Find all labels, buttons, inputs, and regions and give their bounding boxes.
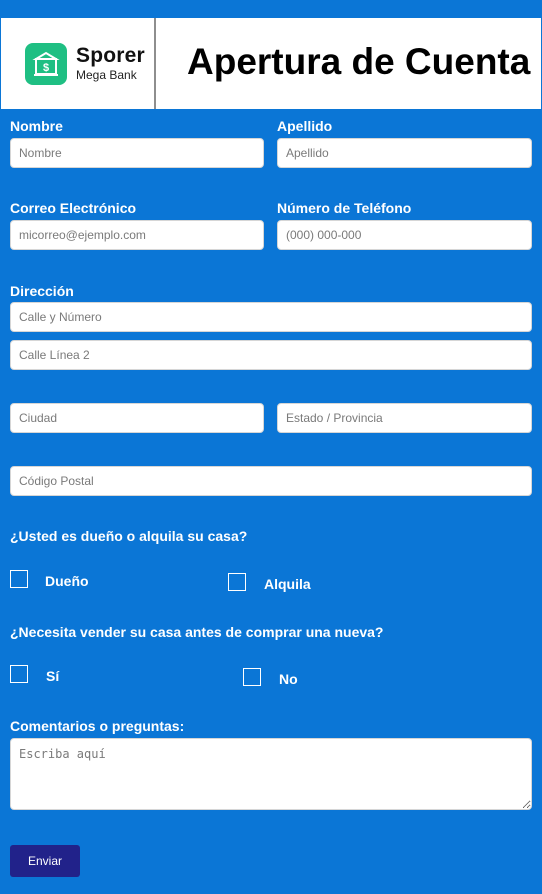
header: $ Sporer Mega Bank Apertura de Cuenta <box>1 18 541 109</box>
bank-icon: $ <box>25 43 67 85</box>
no-label: No <box>279 671 298 687</box>
no-checkbox[interactable] <box>243 668 261 686</box>
svg-text:$: $ <box>43 62 49 74</box>
phone-input[interactable] <box>277 220 532 250</box>
owner-checkbox[interactable] <box>10 570 28 588</box>
first-name-label: Nombre <box>10 118 63 134</box>
brand-name: Sporer <box>76 44 145 67</box>
owner-label: Dueño <box>45 573 89 589</box>
yes-checkbox[interactable] <box>10 665 28 683</box>
phone-label: Número de Teléfono <box>277 200 412 216</box>
comments-label: Comentarios o preguntas: <box>10 718 185 734</box>
first-name-input[interactable] <box>10 138 264 168</box>
logo: $ Sporer Mega Bank <box>1 18 156 109</box>
brand-subtitle: Mega Bank <box>76 68 137 82</box>
city-input[interactable] <box>10 403 264 433</box>
rent-checkbox[interactable] <box>228 573 246 591</box>
state-input[interactable] <box>277 403 532 433</box>
own-or-rent-question: ¿Usted es dueño o alquila su casa? <box>10 528 248 544</box>
page-title: Apertura de Cuenta <box>187 41 531 82</box>
address-line1-input[interactable] <box>10 302 532 332</box>
yes-label: Sí <box>46 668 60 684</box>
address-label: Dirección <box>10 283 74 299</box>
email-label: Correo Electrónico <box>10 200 137 216</box>
sell-first-question: ¿Necesita vender su casa antes de compra… <box>10 624 384 640</box>
email-input[interactable] <box>10 220 264 250</box>
comments-textarea[interactable] <box>10 738 532 810</box>
last-name-label: Apellido <box>277 118 333 134</box>
submit-button[interactable]: Enviar <box>10 845 80 877</box>
zip-input[interactable] <box>10 466 532 496</box>
last-name-input[interactable] <box>277 138 532 168</box>
address-line2-input[interactable] <box>10 340 532 370</box>
rent-label: Alquila <box>264 576 311 592</box>
